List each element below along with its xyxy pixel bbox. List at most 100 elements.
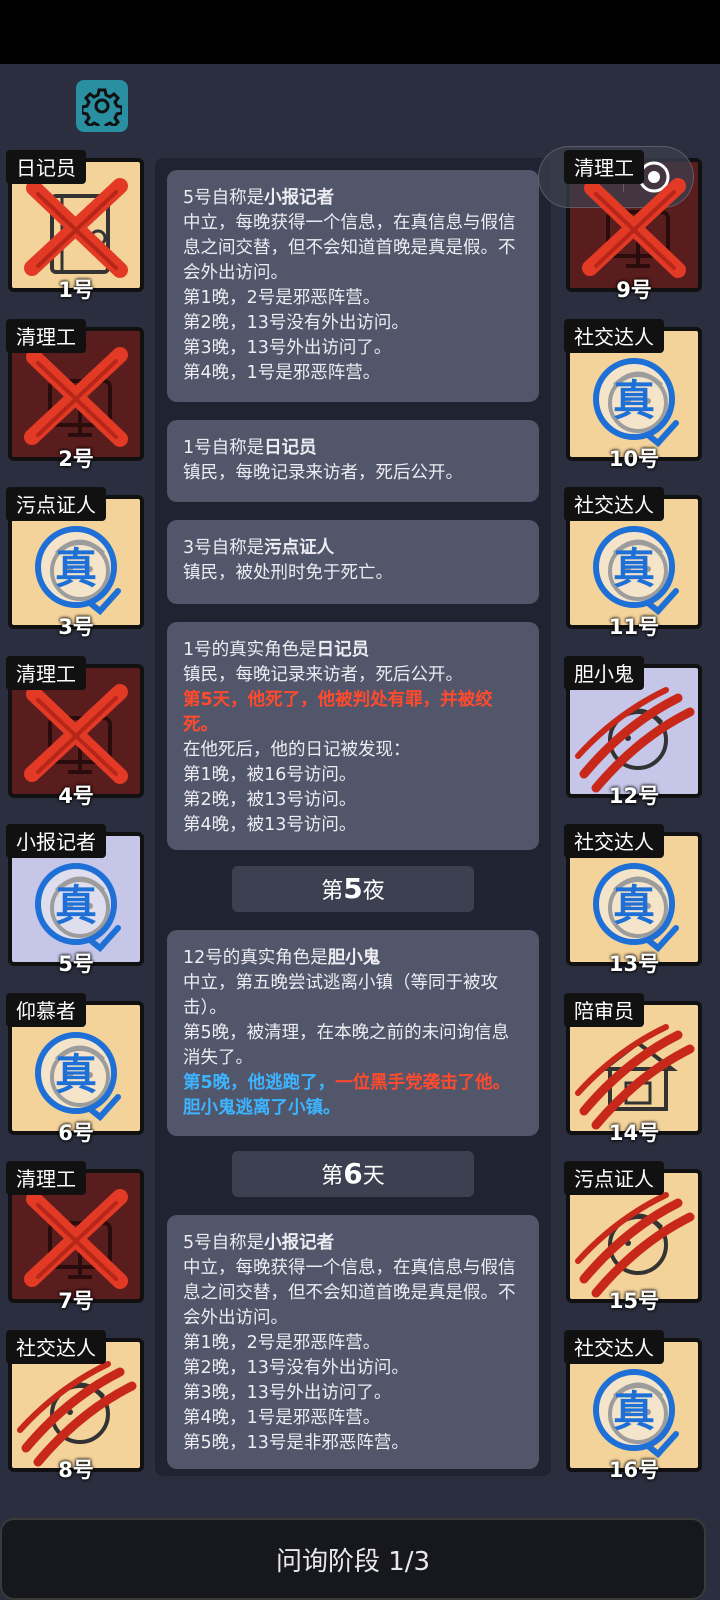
message-line: 在他死后，他的日记被发现： — [183, 740, 411, 760]
player-card[interactable]: 真 小报记者 5号 — [6, 824, 144, 976]
message-reveal-1: 1号的真实角色是日记员 镇民，每晚记录来访者，死后公开。 第5天，他死了，他被判… — [167, 622, 539, 850]
face-icon — [50, 876, 110, 938]
message-role: 日记员 — [264, 438, 317, 458]
divider-text: 第 — [321, 1164, 344, 1189]
sweeper-icon — [48, 716, 112, 774]
player-card[interactable]: 真 社交达人 10号 — [564, 319, 702, 471]
settings-button[interactable] — [76, 80, 128, 132]
player-card[interactable]: 真 社交达人 16号 — [564, 1330, 702, 1482]
message-line: 第1晚，2号是邪恶阵营。 — [183, 1333, 381, 1353]
divider-number: 6 — [343, 1157, 363, 1190]
message-role: 胆小鬼 — [327, 948, 381, 968]
escape-text: 胆小鬼逃离了小镇。 — [183, 1098, 341, 1118]
face-icon — [50, 1382, 110, 1444]
player-role-label: 胆小鬼 — [564, 656, 644, 690]
message-prefix: 3号自称是 — [183, 538, 265, 558]
sweeper-icon — [48, 379, 112, 437]
player-number: 2号 — [58, 447, 94, 471]
message-prefix: 12号的真实角色是 — [183, 948, 328, 968]
player-card[interactable]: 污点证人 15号 — [564, 1161, 702, 1313]
message-line: 第2晚，13号没有外出访问。 — [183, 313, 409, 333]
player-card[interactable]: 社交达人 8号 — [6, 1330, 144, 1482]
face-icon — [608, 708, 668, 770]
player-card[interactable]: 真 社交达人 11号 — [564, 487, 702, 639]
player-card[interactable]: 真 仰慕者 6号 — [6, 993, 144, 1145]
message-claim-5: 5号自称是小报记者 中立，每晚获得一个信息，在真信息与假信息之间交替，但不会知道… — [167, 170, 539, 402]
message-line: 中立，每晚获得一个信息，在真信息与假信息之间交替，但不会知道首晚是真是假。不会外… — [183, 1258, 516, 1328]
message-line: 第5晚，被清理，在本晚之前的未问询信息消失了。 — [183, 1023, 510, 1068]
player-role-label: 社交达人 — [6, 1330, 106, 1364]
message-line: 第4晚，被13号访问。 — [183, 815, 357, 835]
player-number: 12号 — [608, 784, 660, 808]
player-number: 7号 — [58, 1289, 94, 1313]
divider-text: 夜 — [362, 879, 385, 904]
player-number: 16号 — [608, 1458, 660, 1482]
face-icon — [608, 876, 668, 938]
player-role-label: 社交达人 — [564, 487, 664, 521]
player-number: 9号 — [616, 278, 652, 302]
message-role: 污点证人 — [264, 538, 335, 558]
player-role-label: 社交达人 — [564, 1330, 664, 1364]
building-icon — [598, 1040, 678, 1111]
player-number: 4号 — [58, 784, 94, 808]
message-prefix: 5号自称是 — [183, 188, 265, 208]
player-card[interactable]: 清理工 4号 — [6, 656, 144, 808]
player-role-label: 社交达人 — [564, 824, 664, 858]
message-line: 中立，第五晚尝试逃离小镇（等同于被攻击）。 — [183, 973, 498, 1018]
divider-number: 5 — [343, 872, 363, 905]
day-divider: 第6天 — [232, 1151, 474, 1197]
player-card[interactable]: 日记员 1号 — [6, 150, 144, 302]
player-card[interactable]: 真 社交达人 13号 — [564, 824, 702, 976]
player-role-label: 清理工 — [6, 656, 86, 690]
message-line: 镇民，每晚记录来访者，死后公开。 — [183, 463, 463, 483]
player-card[interactable]: 真 污点证人 3号 — [6, 487, 144, 639]
player-card[interactable]: 胆小鬼 12号 — [564, 656, 702, 808]
player-number: 14号 — [608, 1121, 660, 1145]
message-role: 日记员 — [316, 640, 370, 660]
message-line: 中立，每晚获得一个信息，在真信息与假信息之间交替，但不会知道首晚是真是假。不会外… — [183, 213, 516, 283]
player-number: 13号 — [608, 952, 660, 976]
night-divider: 第5夜 — [232, 866, 474, 912]
message-line: 第2晚，13号没有外出访问。 — [183, 1358, 409, 1378]
face-icon — [608, 371, 668, 433]
player-role-label: 污点证人 — [564, 1161, 664, 1195]
player-number: 1号 — [58, 278, 94, 302]
player-role-label: 仰慕者 — [6, 993, 86, 1027]
message-line: 第1晚，2号是邪恶阵营。 — [183, 288, 381, 308]
message-prefix: 1号自称是 — [183, 438, 265, 458]
player-number: 3号 — [58, 615, 94, 639]
sweeper-icon — [48, 1221, 112, 1279]
face-icon — [50, 539, 110, 601]
message-reveal-12: 12号的真实角色是胆小鬼 中立，第五晚尝试逃离小镇（等同于被攻击）。 第5晚，被… — [167, 930, 539, 1136]
message-line: 第4晚，1号是邪恶阵营。 — [183, 1408, 381, 1428]
message-line: 镇民，被处刑时免于死亡。 — [183, 563, 393, 583]
player-role-label: 污点证人 — [6, 487, 106, 521]
message-claim-1: 1号自称是日记员 镇民，每晚记录来访者，死后公开。 — [167, 420, 539, 502]
face-icon — [608, 539, 668, 601]
divider-text: 第 — [321, 879, 344, 904]
message-line: 镇民，每晚记录来访者，死后公开。 — [183, 665, 463, 685]
player-number: 10号 — [608, 447, 660, 471]
message-line: 第3晚，13号外出访问了。 — [183, 338, 392, 358]
face-icon — [50, 1045, 110, 1107]
event-text: 第5晚，他逃跑了， — [183, 1073, 336, 1093]
message-prefix: 5号自称是 — [183, 1233, 265, 1253]
message-prefix: 1号的真实角色是 — [183, 640, 317, 660]
status-bar — [0, 0, 720, 64]
player-card[interactable]: 陪审员 14号 — [564, 993, 702, 1145]
attack-text: 一位黑手党袭击了他。 — [335, 1073, 511, 1093]
player-role-label: 陪审员 — [564, 993, 644, 1027]
divider-text: 天 — [362, 1164, 385, 1189]
player-card[interactable]: 清理工 7号 — [6, 1161, 144, 1313]
phase-bar: 问询阶段 1/3 — [0, 1518, 706, 1600]
player-role-label: 清理工 — [6, 1161, 86, 1195]
message-claim-3: 3号自称是污点证人 镇民，被处刑时免于死亡。 — [167, 520, 539, 604]
diary-icon — [50, 194, 110, 274]
message-line: 第1晚，被16号访问。 — [183, 765, 357, 785]
message-role: 小报记者 — [264, 188, 335, 208]
player-role-label: 社交达人 — [564, 319, 664, 353]
player-card[interactable]: 清理工 2号 — [6, 319, 144, 471]
face-icon — [608, 1213, 668, 1275]
phase-label: 问询阶段 1/3 — [275, 1546, 431, 1577]
player-number: 8号 — [58, 1458, 94, 1482]
